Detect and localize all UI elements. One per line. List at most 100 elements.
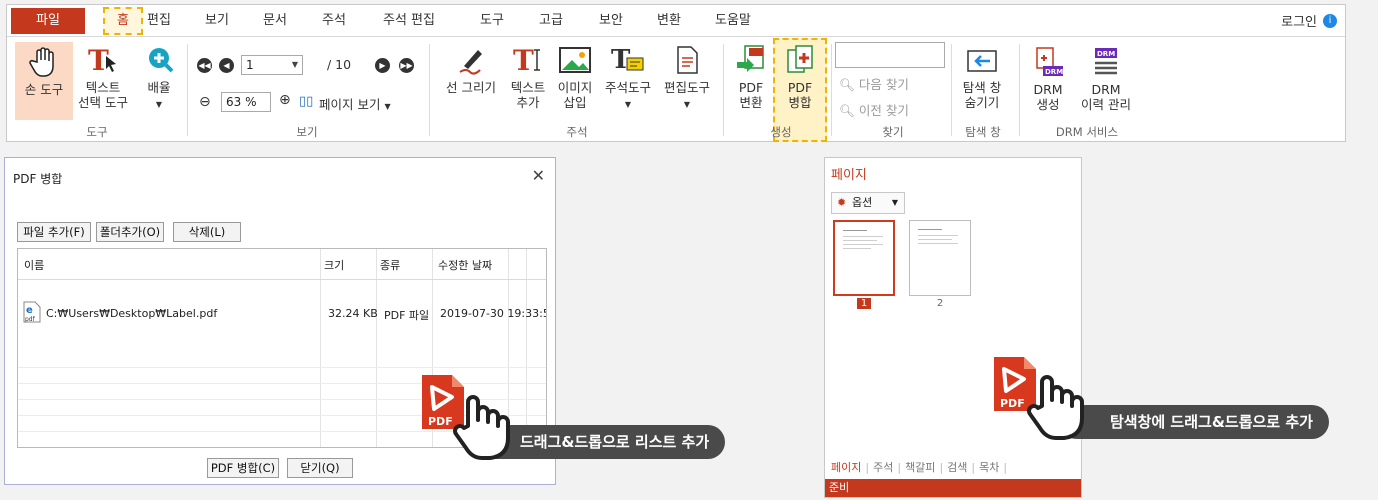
hide-nav-button[interactable]: 탐색 창 숨기기 [955, 48, 1009, 124]
tab-document[interactable]: 문서 [257, 9, 293, 33]
callout-panel: 탐색창에 드래그&드롭으로 추가 [1060, 405, 1329, 439]
thumbnail-line [843, 230, 867, 231]
insert-image-label-1: 이미지 [557, 80, 593, 95]
info-icon[interactable]: i [1323, 14, 1337, 28]
panel-tab-annotation[interactable]: 주석 [869, 461, 897, 474]
page-number-label: 2 [936, 298, 944, 309]
tab-advanced[interactable]: 고급 [533, 9, 569, 33]
group-label-create: 생성 [770, 125, 792, 139]
tab-tools[interactable]: 도구 [474, 9, 510, 33]
document-edit-icon [677, 46, 698, 74]
chevron-down-icon: ▼ [624, 100, 632, 109]
zoom-level-input[interactable]: 63 % [221, 92, 271, 112]
insert-image-button[interactable]: 이미지 삽입 [551, 44, 599, 124]
thumbnail-line [918, 235, 958, 236]
pointer-hand-icon [453, 395, 510, 460]
annotation-tool-label: 주석도구 [604, 80, 651, 95]
gear-icon: ✹ [837, 196, 847, 209]
panel-tab-search[interactable]: 검색 [943, 461, 971, 474]
pdf-merge-confirm-button[interactable]: PDF 병합(C) [207, 458, 279, 478]
draw-line-label: 선 그리기 [446, 80, 496, 95]
svg-text:pdf: pdf [25, 316, 36, 323]
page-thumbnail-1[interactable] [833, 220, 895, 296]
pdf-logo-text: PDF [428, 415, 453, 428]
zoom-out-icon[interactable]: ⊖ [199, 94, 211, 110]
search-input[interactable] [835, 42, 945, 68]
panel-tab-page[interactable]: 페이지 [827, 461, 865, 474]
drm-create-button[interactable]: DRM DRM 생성 [1023, 46, 1073, 124]
login-link[interactable]: 로그인 [1281, 11, 1317, 30]
svg-text:e: e [26, 305, 33, 316]
draw-line-button[interactable]: 선 그리기 [437, 44, 505, 124]
edit-tool-button[interactable]: 편집도구 ▼ [657, 44, 717, 124]
drm-history-label-1: DRM [1091, 82, 1121, 97]
hand-tool-button[interactable]: 손 도구 [15, 42, 73, 120]
add-text-button[interactable]: T 텍스트 추가 [505, 44, 551, 124]
find-prev-button[interactable]: 🔍︎ 이전 찾기 [839, 100, 909, 119]
drm-create-icon-text: DRM [1045, 68, 1063, 76]
status-bar: 준비 [825, 479, 1081, 497]
pointer-hand-icon [1027, 375, 1084, 440]
search-icon: 🔍︎ [839, 103, 855, 118]
hide-nav-label-1: 탐색 창 [962, 80, 1002, 95]
first-page-icon[interactable]: ◀◀ [197, 58, 212, 73]
ribbon-divider [1019, 44, 1020, 136]
tab-file[interactable]: 파일 [11, 8, 85, 34]
pdf-convert-button[interactable]: PDF 변환 [729, 44, 773, 124]
panel-tab-bookmark[interactable]: 책갈피 [901, 461, 939, 474]
tab-edit[interactable]: 편집 [141, 9, 177, 33]
annotation-tool-button[interactable]: T 주석도구 ▼ [599, 44, 657, 124]
last-page-icon[interactable]: ▶▶ [399, 58, 414, 73]
chevron-down-icon: ▼ [384, 102, 391, 111]
add-folder-button[interactable]: 폴더추가(O) [96, 222, 164, 242]
prev-page-icon[interactable]: ◀ [219, 58, 234, 73]
pdf-merge-label-1: PDF [787, 80, 813, 95]
close-icon[interactable]: ✕ [532, 166, 545, 185]
zoom-level-value: 63 % [226, 95, 257, 109]
find-next-button[interactable]: 🔍︎ 다음 찾기 [839, 74, 909, 93]
zoom-button[interactable]: 배율 ▼ [137, 44, 181, 124]
tab-convert[interactable]: 변환 [651, 9, 687, 33]
svg-text:T: T [88, 44, 109, 76]
page-number-input[interactable]: 1 ▼ [241, 55, 303, 75]
delete-button[interactable]: 삭제(L) [173, 222, 241, 242]
text-select-button[interactable]: T 텍스트 선택 도구 [71, 44, 135, 124]
options-label: 옵션 [852, 196, 873, 209]
tab-home[interactable]: 홈 [103, 7, 143, 35]
page-view-button[interactable]: 페이지 보기 ▼ [319, 94, 391, 113]
pdf-merge-label-2: 병합 [788, 95, 812, 110]
pdf-convert-label-2: 변환 [739, 95, 763, 110]
options-button[interactable]: ✹ 옵션 ▼ [831, 192, 905, 214]
zoom-in-small-icon[interactable]: ⊕ [279, 92, 291, 108]
find-prev-label: 이전 찾기 [858, 103, 909, 118]
panel-tab-toc[interactable]: 목차 [975, 461, 1003, 474]
image-icon [559, 47, 591, 73]
tab-help[interactable]: 도움말 [709, 9, 757, 33]
add-file-button[interactable]: 파일 추가(F) [17, 222, 91, 242]
drm-create-label-1: DRM [1033, 82, 1063, 97]
search-icon: 🔍︎ [839, 77, 855, 92]
add-text-label-1: 텍스트 [510, 80, 546, 95]
zoom-in-icon [149, 48, 174, 73]
ribbon-divider [831, 44, 832, 136]
page-thumbnail-2[interactable] [909, 220, 971, 296]
next-page-icon[interactable]: ▶ [375, 58, 390, 73]
pdf-merge-icon [787, 45, 813, 73]
group-label-tools: 도구 [86, 125, 108, 139]
find-next-label: 다음 찾기 [858, 77, 909, 92]
tab-annotation-edit[interactable]: 주석 편집 [377, 9, 441, 33]
group-label-nav: 탐색 창 [965, 125, 1001, 139]
drm-history-button[interactable]: DRM DRM 이력 관리 [1073, 46, 1139, 124]
tab-security[interactable]: 보안 [593, 9, 629, 33]
tab-view[interactable]: 보기 [199, 9, 235, 33]
dialog-title: PDF 병합 [13, 172, 63, 186]
tab-annotation[interactable]: 주석 [316, 9, 352, 33]
page-total: / 10 [327, 57, 352, 72]
file-size-cell: 32.24 KB [328, 307, 378, 320]
hide-nav-label-2: 숨기기 [964, 95, 1000, 110]
group-label-find: 찾기 [882, 125, 904, 139]
hide-panel-icon [967, 50, 997, 72]
ribbon-tab-bar: 파일 홈 편집 보기 문서 주석 주석 편집 도구 고급 보안 변환 도움말 로… [7, 5, 1345, 37]
close-button[interactable]: 닫기(Q) [287, 458, 353, 478]
drm-history-icon-text: DRM [1097, 50, 1115, 58]
